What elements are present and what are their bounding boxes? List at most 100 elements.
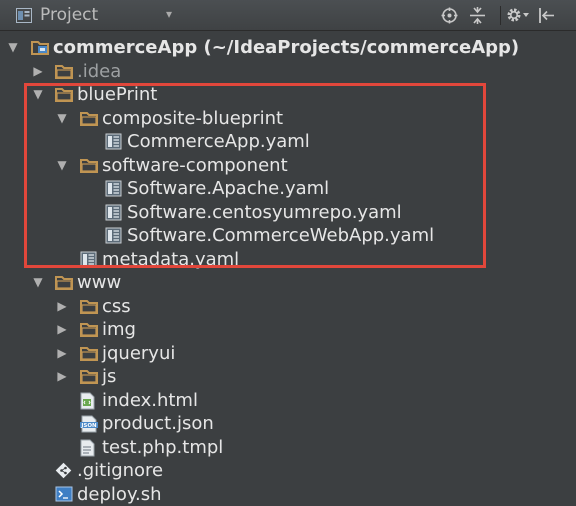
hide-panel-icon[interactable] — [538, 7, 555, 28]
tree-row[interactable]: ▶ jqueryui — [0, 342, 576, 366]
html-file-icon — [80, 392, 98, 409]
text-file-icon — [80, 439, 98, 456]
tree-item-name: product.json — [102, 413, 214, 434]
tree-item-name: js — [102, 366, 117, 387]
gitignore-file-icon — [55, 462, 73, 479]
tree-item-label[interactable]: product.json — [102, 412, 214, 435]
folder-icon — [80, 368, 98, 385]
collapsed-arrow-icon[interactable]: ▶ — [55, 321, 69, 337]
project-view-icon — [16, 8, 32, 27]
tree-row[interactable]: Software.Apache.yaml — [0, 177, 576, 201]
tree-item-name: css — [102, 295, 131, 317]
tree-row[interactable]: ▶ js — [0, 365, 576, 389]
tree-item-label[interactable]: www — [77, 271, 121, 294]
tree-item-label[interactable]: software-component — [102, 154, 288, 177]
shell-file-icon — [55, 486, 73, 503]
folder-icon — [80, 321, 98, 338]
tree-item-name: metadata.yaml — [102, 248, 240, 270]
tree-row[interactable]: ▶ css — [0, 295, 576, 319]
project-tool-window-header: Project ▾ — [0, 0, 576, 31]
tree-item-name: CommerceApp.yaml — [127, 131, 310, 152]
expanded-arrow-icon[interactable]: ▼ — [31, 86, 45, 102]
tree-row[interactable]: ▼ bluePrint — [0, 83, 576, 107]
expanded-arrow-icon[interactable]: ▼ — [55, 110, 69, 126]
tree-row[interactable]: JSON product.json — [0, 412, 576, 436]
json-file-icon: JSON — [80, 415, 98, 433]
tree-item-label[interactable]: Software.centosyumrepo.yaml — [127, 201, 402, 224]
tree-row[interactable]: index.html — [0, 389, 576, 413]
tree-item-name: deploy.sh — [77, 483, 162, 505]
collapse-all-icon[interactable] — [470, 7, 485, 28]
tree-row[interactable]: ▼ software-component — [0, 154, 576, 178]
tree-item-path: (~/IdeaProjects/commerceApp) — [197, 37, 520, 58]
tree-row[interactable]: ▼ commerceApp (~/IdeaProjects/commerceApp… — [0, 36, 576, 60]
tree-item-label[interactable]: test.php.tmpl — [102, 436, 223, 459]
tree-row[interactable]: ▼ www — [0, 271, 576, 295]
tree-item-label[interactable]: Software.Apache.yaml — [127, 177, 329, 200]
folder-icon — [80, 110, 98, 127]
expanded-arrow-icon[interactable]: ▼ — [31, 274, 45, 290]
tree-row[interactable]: .gitignore — [0, 459, 576, 483]
yaml-file-icon — [105, 227, 123, 244]
tree-item-name: .idea — [77, 60, 122, 82]
tree-item-name: index.html — [102, 389, 198, 411]
folder-icon — [55, 63, 73, 80]
tree-item-name: test.php.tmpl — [102, 436, 224, 458]
tree-item-name: Software.centosyumrepo.yaml — [127, 201, 402, 223]
yaml-file-icon — [105, 204, 123, 221]
tree-item-label[interactable]: index.html — [102, 389, 198, 412]
tree-item-name: commerceApp — [53, 37, 198, 58]
svg-text:JSON: JSON — [80, 423, 97, 429]
folder-icon — [55, 86, 73, 103]
tree-row[interactable]: ▼ composite-blueprint — [0, 107, 576, 131]
tree-item-label[interactable]: js — [102, 365, 116, 388]
expanded-arrow-icon[interactable]: ▼ — [55, 157, 69, 173]
tree-item-label[interactable]: img — [102, 318, 136, 341]
module-folder-icon — [31, 39, 49, 56]
tree-item-label[interactable]: css — [102, 295, 131, 318]
tree-item-label[interactable]: Software.CommerceWebApp.yaml — [127, 224, 434, 247]
header-divider — [500, 6, 501, 25]
tree-item-name: jqueryui — [102, 342, 176, 364]
tree-item-label[interactable]: .gitignore — [77, 459, 163, 482]
tree-item-name: software-component — [102, 154, 288, 176]
scroll-from-source-icon[interactable] — [441, 7, 458, 28]
tree-row[interactable]: ▶ img — [0, 318, 576, 342]
expanded-arrow-icon[interactable]: ▼ — [6, 39, 20, 55]
tree-row[interactable]: CommerceApp.yaml — [0, 130, 576, 154]
folder-icon — [55, 274, 73, 291]
view-selector-label[interactable]: Project — [40, 5, 98, 25]
tree-item-label[interactable]: composite-blueprint — [102, 107, 283, 130]
collapsed-arrow-icon[interactable]: ▶ — [55, 298, 69, 314]
folder-icon — [80, 345, 98, 362]
tree-item-label[interactable]: CommerceApp.yaml — [127, 130, 310, 153]
tree-row[interactable]: Software.centosyumrepo.yaml — [0, 201, 576, 225]
tree-item-name: Software.CommerceWebApp.yaml — [127, 225, 435, 246]
tree-item-name: .gitignore — [77, 460, 164, 481]
tree-row[interactable]: ▶ .idea — [0, 60, 576, 84]
yaml-file-icon — [105, 133, 123, 150]
tree-item-name: img — [102, 319, 136, 340]
collapsed-arrow-icon[interactable]: ▶ — [31, 63, 45, 79]
folder-icon — [80, 157, 98, 174]
tree-item-name: bluePrint — [77, 84, 158, 105]
collapsed-arrow-icon[interactable]: ▶ — [55, 368, 69, 384]
tree-item-label[interactable]: jqueryui — [102, 342, 175, 365]
tree-row[interactable]: test.php.tmpl — [0, 436, 576, 460]
yaml-file-icon — [80, 251, 98, 268]
tree-row[interactable]: metadata.yaml — [0, 248, 576, 272]
tree-item-label[interactable]: deploy.sh — [77, 483, 162, 506]
tree-item-label[interactable]: .idea — [77, 60, 121, 83]
gear-icon[interactable] — [506, 6, 530, 28]
tree-row[interactable]: Software.CommerceWebApp.yaml — [0, 224, 576, 248]
tree-item-label[interactable]: bluePrint — [77, 83, 157, 106]
folder-icon — [80, 298, 98, 315]
tree-item-name: composite-blueprint — [102, 107, 284, 129]
tree-item-label[interactable]: commerceApp (~/IdeaProjects/commerceApp) — [53, 36, 519, 59]
collapsed-arrow-icon[interactable]: ▶ — [55, 345, 69, 361]
tree-item-label[interactable]: metadata.yaml — [102, 248, 239, 271]
yaml-file-icon — [105, 180, 123, 197]
tree-item-name: Software.Apache.yaml — [127, 178, 330, 199]
view-selector-chevron-icon[interactable]: ▾ — [166, 7, 172, 21]
tree-row[interactable]: deploy.sh — [0, 483, 576, 506]
